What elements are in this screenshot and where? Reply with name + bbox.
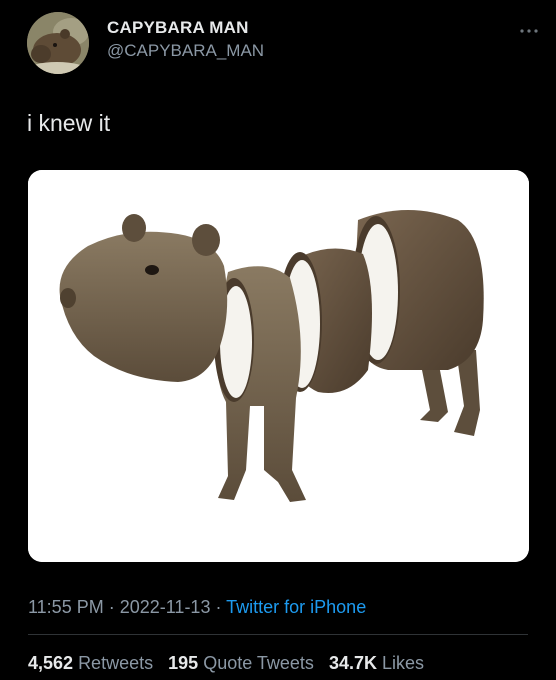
tweet: CAPYBARA MAN @CAPYBARA_MAN i knew it 11:…	[0, 0, 556, 680]
tweet-header: CAPYBARA MAN @CAPYBARA_MAN	[27, 12, 538, 74]
quote-tweets-label: Quote Tweets	[203, 653, 314, 673]
quote-tweets-stat[interactable]: 195 Quote Tweets	[168, 652, 314, 674]
likes-count: 34.7K	[328, 653, 377, 673]
divider	[28, 634, 528, 635]
tweet-image[interactable]	[28, 170, 529, 562]
tweet-meta: 11:55 PM · 2022-11-13 · Twitter for iPho…	[28, 596, 366, 618]
quote-tweets-count: 195	[168, 653, 199, 673]
meta-separator: ·	[103, 597, 120, 617]
likes-stat[interactable]: 34.7K Likes	[329, 652, 424, 674]
retweets-label: Retweets	[78, 653, 154, 673]
more-options-button[interactable]	[517, 24, 541, 36]
tweet-date[interactable]: 2022-11-13	[120, 597, 211, 617]
user-meta: CAPYBARA MAN @CAPYBARA_MAN	[107, 18, 264, 62]
likes-label: Likes	[382, 653, 425, 673]
retweets-count: 4,562	[28, 653, 74, 673]
ellipsis-icon	[520, 29, 538, 33]
capybara-avatar-icon	[27, 12, 89, 74]
handle[interactable]: @CAPYBARA_MAN	[107, 40, 264, 62]
tweet-time[interactable]: 11:55 PM	[28, 597, 104, 617]
tweet-stats: 4,562 Retweets 195 Quote Tweets 34.7K Li…	[28, 652, 434, 674]
capybara-coconut-image	[28, 170, 529, 562]
meta-separator: ·	[210, 597, 227, 617]
avatar[interactable]	[27, 12, 89, 74]
retweets-stat[interactable]: 4,562 Retweets	[28, 652, 153, 674]
display-name[interactable]: CAPYBARA MAN	[107, 18, 264, 38]
tweet-source-link[interactable]: Twitter for iPhone	[226, 597, 366, 617]
tweet-text: i knew it	[27, 110, 111, 136]
